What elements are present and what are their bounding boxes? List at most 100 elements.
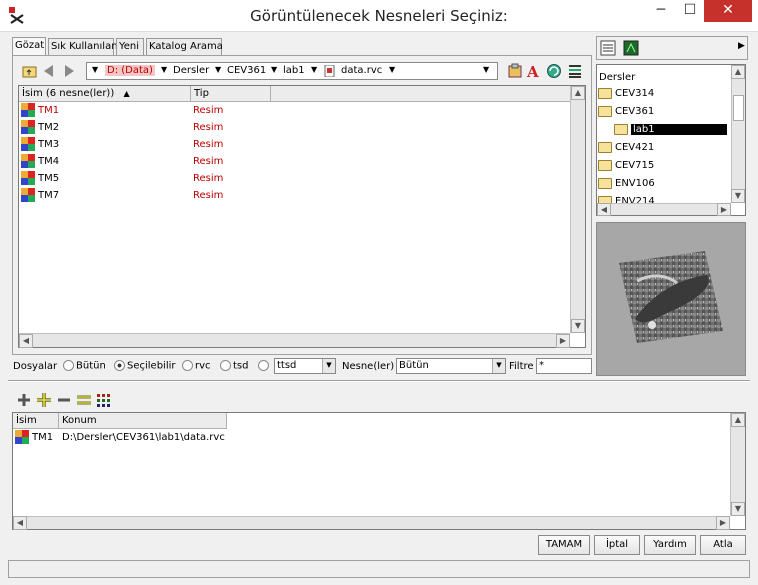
folder-up-icon[interactable] <box>22 63 38 79</box>
list-vertical-scrollbar[interactable]: ▲ ▼ <box>570 86 585 333</box>
selected-vertical-scrollbar[interactable]: ▲ ▼ <box>730 413 745 516</box>
svg-text:A: A <box>526 63 539 79</box>
skip-button[interactable]: Atla <box>700 535 746 555</box>
chevron-right-icon[interactable]: ▶ <box>738 41 745 51</box>
selected-horizontal-scrollbar[interactable]: ◀ ▶ <box>13 516 730 530</box>
chevron-down-icon[interactable]: ▼ <box>483 65 489 74</box>
list-horizontal-scrollbar[interactable]: ◀ ▶ <box>19 333 570 348</box>
path-crumb[interactable]: CEV361 <box>227 65 266 76</box>
radio-rvc[interactable]: rvc <box>182 360 211 372</box>
scroll-down-icon[interactable]: ▼ <box>571 319 585 333</box>
column-header-name[interactable]: İsim (6 nesne(ler)) ▲ <box>19 86 191 102</box>
refresh-globe-icon[interactable] <box>546 63 562 79</box>
path-bar[interactable]: ▼ D: (Data) ▼ Dersler ▼ CEV361 ▼ lab1 ▼ … <box>86 62 498 80</box>
list-item[interactable]: TM7 Resim <box>21 188 561 205</box>
add-all-icon[interactable] <box>36 392 52 408</box>
radio-all[interactable]: Bütün <box>63 360 106 372</box>
list-item[interactable]: TM3 Resim <box>21 137 561 154</box>
objects-select[interactable]: Bütün ▼ <box>396 358 506 374</box>
column-header-location[interactable]: Konum <box>59 413 227 429</box>
tree-folder-selected[interactable]: lab1 <box>614 121 727 139</box>
tab-catalog-search[interactable]: Katalog Arama <box>146 38 223 55</box>
chevron-down-icon[interactable]: ▼ <box>92 65 98 74</box>
tab-new[interactable]: Yeni <box>116 38 144 55</box>
grid-select-icon[interactable] <box>96 392 112 408</box>
text-a-icon[interactable]: A <box>526 63 542 79</box>
minimize-button[interactable]: ─ <box>647 0 675 22</box>
tree-horizontal-scrollbar[interactable]: ◀ ▶ <box>597 203 731 216</box>
tree-folder[interactable]: CEV361 <box>598 103 654 121</box>
list-item[interactable]: TM1 Resim <box>21 103 561 120</box>
cancel-button[interactable]: İptal <box>594 535 640 555</box>
close-button[interactable]: ✕ <box>704 0 752 22</box>
item-type: Resim <box>193 139 224 150</box>
scroll-up-icon[interactable]: ▲ <box>731 65 745 79</box>
item-name: TM3 <box>38 139 60 150</box>
column-header-name[interactable]: İsim <box>13 413 59 429</box>
remove-icon[interactable] <box>56 392 72 408</box>
scroll-right-icon[interactable]: ▶ <box>556 334 570 348</box>
tree-folder-label: CEV314 <box>615 88 655 99</box>
forward-icon[interactable] <box>61 63 77 79</box>
chevron-down-icon[interactable]: ▼ <box>215 65 221 74</box>
tree-folder[interactable]: ENV106 <box>598 175 655 193</box>
scroll-right-icon[interactable]: ▶ <box>716 516 730 530</box>
details-view-icon[interactable] <box>600 40 616 56</box>
list-item[interactable]: TM5 Resim <box>21 171 561 188</box>
radio-selectable[interactable]: Seçilebilir <box>114 360 176 372</box>
chevron-down-icon[interactable]: ▼ <box>492 359 505 373</box>
raster-icon <box>21 137 35 151</box>
catalog-icon[interactable] <box>507 63 523 79</box>
raster-icon <box>21 188 35 202</box>
scroll-up-icon[interactable]: ▲ <box>731 413 745 427</box>
folder-tree[interactable]: Dersler CEV314 CEV361 lab1 CEV421 CEV715… <box>596 64 746 216</box>
add-icon[interactable] <box>16 392 32 408</box>
list-item[interactable]: TM2 Resim <box>21 120 561 137</box>
back-icon[interactable] <box>41 63 57 79</box>
chevron-down-icon[interactable]: ▼ <box>311 65 317 74</box>
scroll-up-icon[interactable]: ▲ <box>571 86 585 100</box>
path-file[interactable]: data.rvc <box>341 65 382 76</box>
selected-list[interactable]: İsim Konum TM1 D:\Dersler\CEV361\lab1\da… <box>12 412 746 530</box>
path-crumb[interactable]: Dersler <box>173 65 209 76</box>
list-view-icon[interactable] <box>567 63 583 79</box>
remove-all-icon[interactable] <box>76 392 92 408</box>
raster-icon <box>21 120 35 134</box>
ok-button[interactable]: TAMAM <box>538 535 590 555</box>
drive-selector[interactable]: D: (Data) <box>105 65 155 76</box>
chevron-down-icon[interactable]: ▼ <box>322 359 335 373</box>
maximize-button[interactable]: ☐ <box>676 0 704 22</box>
tree-folder[interactable]: CEV421 <box>598 139 654 157</box>
radio-rvc-label: rvc <box>195 360 211 372</box>
scroll-down-icon[interactable]: ▼ <box>731 502 745 516</box>
file-type-select[interactable]: ttsd ▼ <box>274 358 336 374</box>
filter-input[interactable]: * <box>536 358 592 374</box>
tab-favorites[interactable]: Sık Kullanılan <box>48 38 118 55</box>
tree-folder-label: CEV361 <box>615 106 655 117</box>
tab-browse[interactable]: Gözat <box>12 37 46 55</box>
column-header-type[interactable]: Tip <box>191 86 271 102</box>
help-button[interactable]: Yardım <box>644 535 696 555</box>
list-item[interactable]: TM4 Resim <box>21 154 561 171</box>
item-type: Resim <box>193 173 224 184</box>
radio-custom[interactable] <box>258 360 271 372</box>
radio-tsd[interactable]: tsd <box>220 360 248 372</box>
scroll-thumb[interactable] <box>733 95 744 121</box>
tree-folder[interactable]: CEV314 <box>598 85 654 103</box>
path-crumb[interactable]: lab1 <box>283 65 305 76</box>
chevron-down-icon[interactable]: ▼ <box>271 65 277 74</box>
scroll-right-icon[interactable]: ▶ <box>717 203 731 216</box>
chevron-down-icon[interactable]: ▼ <box>161 65 167 74</box>
files-label: Dosyalar <box>13 361 58 372</box>
tree-vertical-scrollbar[interactable]: ▲ ▼ <box>731 65 745 203</box>
preview-view-icon[interactable] <box>623 40 639 56</box>
list-item[interactable]: TM1 D:\Dersler\CEV361\lab1\data.rvc <box>15 430 715 447</box>
tree-folder[interactable]: CEV715 <box>598 157 654 175</box>
folder-icon <box>598 177 612 189</box>
chevron-down-icon[interactable]: ▼ <box>389 65 395 74</box>
object-list[interactable]: İsim (6 nesne(ler)) ▲ Tip TM1 Resim TM2 … <box>18 85 586 348</box>
scroll-left-icon[interactable]: ◀ <box>19 334 33 348</box>
scroll-down-icon[interactable]: ▼ <box>731 189 745 203</box>
scroll-left-icon[interactable]: ◀ <box>597 203 611 216</box>
scroll-left-icon[interactable]: ◀ <box>13 516 27 530</box>
